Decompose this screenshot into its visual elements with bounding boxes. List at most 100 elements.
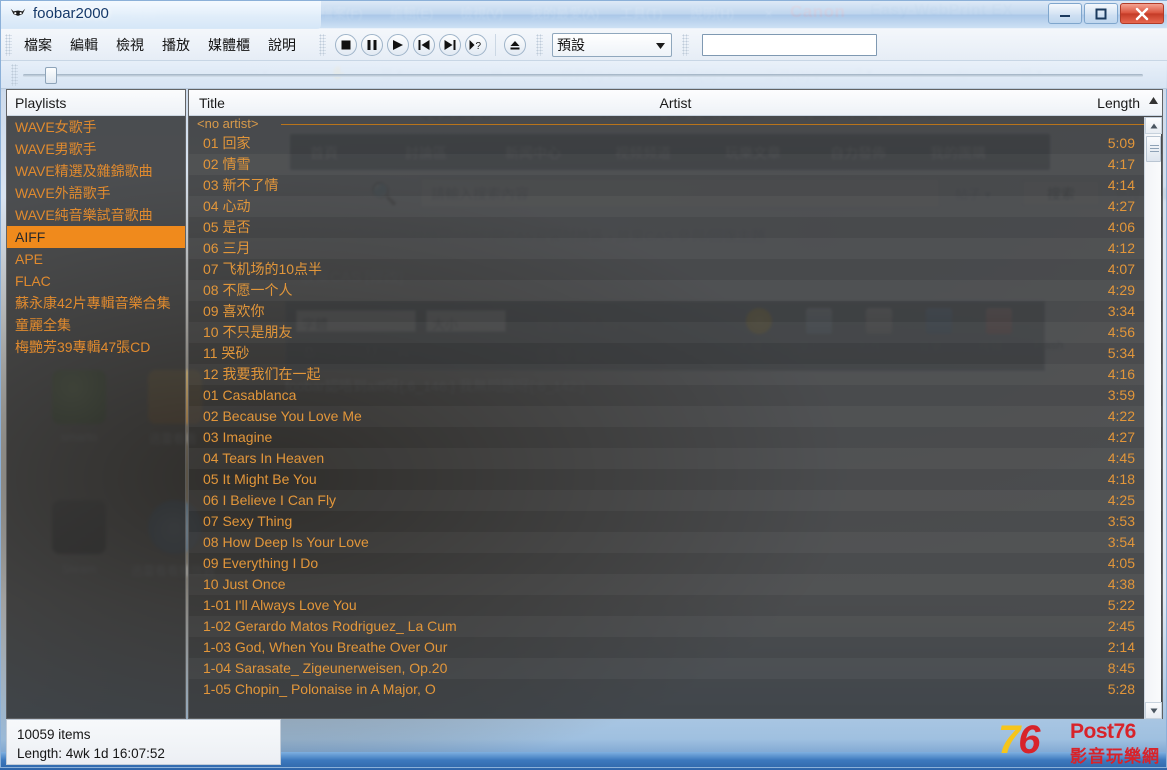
- tracklist-scrollbar[interactable]: [1144, 117, 1162, 719]
- watermark-post76-text: Post76: [1070, 720, 1136, 743]
- playlist-item-tongli[interactable]: 童麗全集: [7, 314, 185, 336]
- track-row[interactable]: 11 哭砂 5:34: [189, 343, 1162, 364]
- track-title: 01 回家: [203, 135, 251, 151]
- search-grip[interactable]: [682, 33, 689, 56]
- track-title: 03 新不了情: [203, 177, 279, 193]
- track-row[interactable]: 09 Everything I Do 4:05: [189, 553, 1162, 574]
- scrollbar-thumb[interactable]: [1146, 136, 1161, 162]
- track-row[interactable]: 05 是否 4:06: [189, 217, 1162, 238]
- close-button[interactable]: [1120, 3, 1164, 24]
- column-header-length[interactable]: Length: [1097, 90, 1140, 116]
- transport-grip[interactable]: [319, 33, 326, 56]
- track-row[interactable]: 07 飞机场的10点半 4:07: [189, 259, 1162, 280]
- scroll-up-button[interactable]: [1145, 117, 1162, 134]
- track-row[interactable]: 08 How Deep Is Your Love 3:54: [189, 532, 1162, 553]
- seekbar-grip[interactable]: [11, 64, 18, 86]
- svg-text:?: ?: [476, 41, 482, 50]
- playlist-item-flac[interactable]: FLAC: [7, 270, 185, 292]
- window-controls: [1048, 3, 1164, 24]
- eject-button[interactable]: [504, 33, 526, 56]
- track-row[interactable]: 09 喜欢你 3:34: [189, 301, 1162, 322]
- playlist-item-william-so[interactable]: 蘇永康42片專輯音樂合集: [7, 292, 185, 314]
- track-row[interactable]: 1-05 Chopin_ Polonaise in A Major, O 5:28: [189, 679, 1162, 700]
- track-row[interactable]: 1-02 Gerardo Matos Rodriguez_ La Cum 2:45: [189, 616, 1162, 637]
- track-row[interactable]: 05 It Might Be You 4:18: [189, 469, 1162, 490]
- track-title: 05 It Might Be You: [203, 471, 317, 487]
- playlist-item-wave-male[interactable]: WAVE男歌手: [7, 138, 185, 160]
- track-row[interactable]: 1-03 God, When You Breathe Over Our 2:14: [189, 637, 1162, 658]
- track-length: 4:05: [1107, 555, 1135, 571]
- track-row[interactable]: 04 心动 4:27: [189, 196, 1162, 217]
- scrollbar-grip-lines: [1150, 145, 1159, 153]
- previous-button[interactable]: [413, 33, 435, 56]
- search-input[interactable]: [702, 33, 877, 56]
- track-row[interactable]: 01 Casablanca 3:59: [189, 385, 1162, 406]
- play-button[interactable]: [387, 33, 409, 56]
- track-row[interactable]: 10 不只是朋友 4:56: [189, 322, 1162, 343]
- track-row[interactable]: 1-04 Sarasate_ Zigeunerweisen, Op.20 8:45: [189, 658, 1162, 679]
- playlist-item-wave-selected[interactable]: WAVE精選及雜錦歌曲: [7, 160, 185, 182]
- track-length: 5:28: [1107, 681, 1135, 697]
- playback-order-select[interactable]: 預設: [552, 32, 672, 57]
- tracklist-body[interactable]: <no artist> 01 回家 5:09 02 情雪 4:17 03 新不了情 4:1…: [189, 116, 1162, 719]
- menubar-grip[interactable]: [5, 33, 12, 56]
- track-title: 07 飞机场的10点半: [203, 261, 323, 277]
- maximize-button[interactable]: [1084, 3, 1118, 24]
- playlist-item-aiff[interactable]: AIFF: [7, 226, 185, 248]
- random-button[interactable]: ?: [465, 33, 487, 56]
- group-header-label: <no artist>: [197, 116, 259, 131]
- track-title: 03 Imagine: [203, 429, 273, 445]
- column-header-artist[interactable]: Artist: [189, 90, 1162, 116]
- track-row[interactable]: 07 Sexy Thing 3:53: [189, 511, 1162, 532]
- track-length: 4:18: [1107, 471, 1135, 487]
- track-length: 3:59: [1107, 387, 1135, 403]
- track-length: 5:09: [1107, 135, 1135, 151]
- track-row[interactable]: 06 三月 4:12: [189, 238, 1162, 259]
- track-row[interactable]: 02 Because You Love Me 4:22: [189, 406, 1162, 427]
- track-row[interactable]: 12 我要我们在一起 4:16: [189, 364, 1162, 385]
- track-title: 11 哭砂: [203, 345, 250, 361]
- track-title: 05 是否: [203, 219, 251, 235]
- track-row[interactable]: 06 I Believe I Can Fly 4:25: [189, 490, 1162, 511]
- track-row[interactable]: 10 Just Once 4:38: [189, 574, 1162, 595]
- menu-help[interactable]: 說明: [259, 31, 305, 59]
- track-length: 4:27: [1107, 429, 1135, 445]
- playlist-item-anita-mui[interactable]: 梅艷芳39專輯47張CD: [7, 336, 185, 358]
- menu-view[interactable]: 檢視: [107, 31, 153, 59]
- playlist-item-wave-instrumental[interactable]: WAVE純音樂試音歌曲: [7, 204, 185, 226]
- preset-grip[interactable]: [536, 33, 543, 56]
- track-title: 1-03 God, When You Breathe Over Our: [203, 639, 448, 655]
- menu-edit[interactable]: 編輯: [61, 31, 107, 59]
- track-length: 4:16: [1107, 366, 1135, 382]
- playback-order-value: 預設: [557, 36, 585, 53]
- menubar: 檔案 編輯 檢視 播放 媒體櫃 說明 ? 預設: [1, 29, 1167, 61]
- foobar-fox-icon: [10, 8, 26, 16]
- next-button[interactable]: [439, 33, 461, 56]
- track-row[interactable]: 02 情雪 4:17: [189, 154, 1162, 175]
- menu-library[interactable]: 媒體櫃: [199, 31, 259, 59]
- track-length: 2:45: [1107, 618, 1135, 634]
- seek-thumb[interactable]: [45, 67, 57, 84]
- track-length: 4:45: [1107, 450, 1135, 466]
- track-row[interactable]: 01 回家 5:09: [189, 133, 1162, 154]
- track-title: 04 Tears In Heaven: [203, 450, 325, 466]
- track-row[interactable]: 1-01 I'll Always Love You 5:22: [189, 595, 1162, 616]
- menu-playback[interactable]: 播放: [153, 31, 199, 59]
- playlist-item-ape[interactable]: APE: [7, 248, 185, 270]
- pause-button[interactable]: [361, 33, 383, 56]
- window-titlebar[interactable]: foobar2000: [1, 1, 1167, 29]
- minimize-button[interactable]: [1048, 3, 1082, 24]
- track-title: 1-02 Gerardo Matos Rodriguez_ La Cum: [203, 618, 457, 634]
- track-row[interactable]: 08 不愿一个人 4:29: [189, 280, 1162, 301]
- track-row[interactable]: 04 Tears In Heaven 4:45: [189, 448, 1162, 469]
- menu-file[interactable]: 檔案: [15, 31, 61, 59]
- track-length: 3:53: [1107, 513, 1135, 529]
- watermark-76: 76: [998, 718, 1041, 763]
- track-title: 09 Everything I Do: [203, 555, 319, 571]
- playlist-item-wave-foreign[interactable]: WAVE外語歌手: [7, 182, 185, 204]
- playlist-item-wave-female[interactable]: WAVE女歌手: [7, 116, 185, 138]
- stop-button[interactable]: [335, 33, 357, 56]
- track-row[interactable]: 03 新不了情 4:14: [189, 175, 1162, 196]
- seek-slider[interactable]: [23, 67, 1143, 84]
- track-row[interactable]: 03 Imagine 4:27: [189, 427, 1162, 448]
